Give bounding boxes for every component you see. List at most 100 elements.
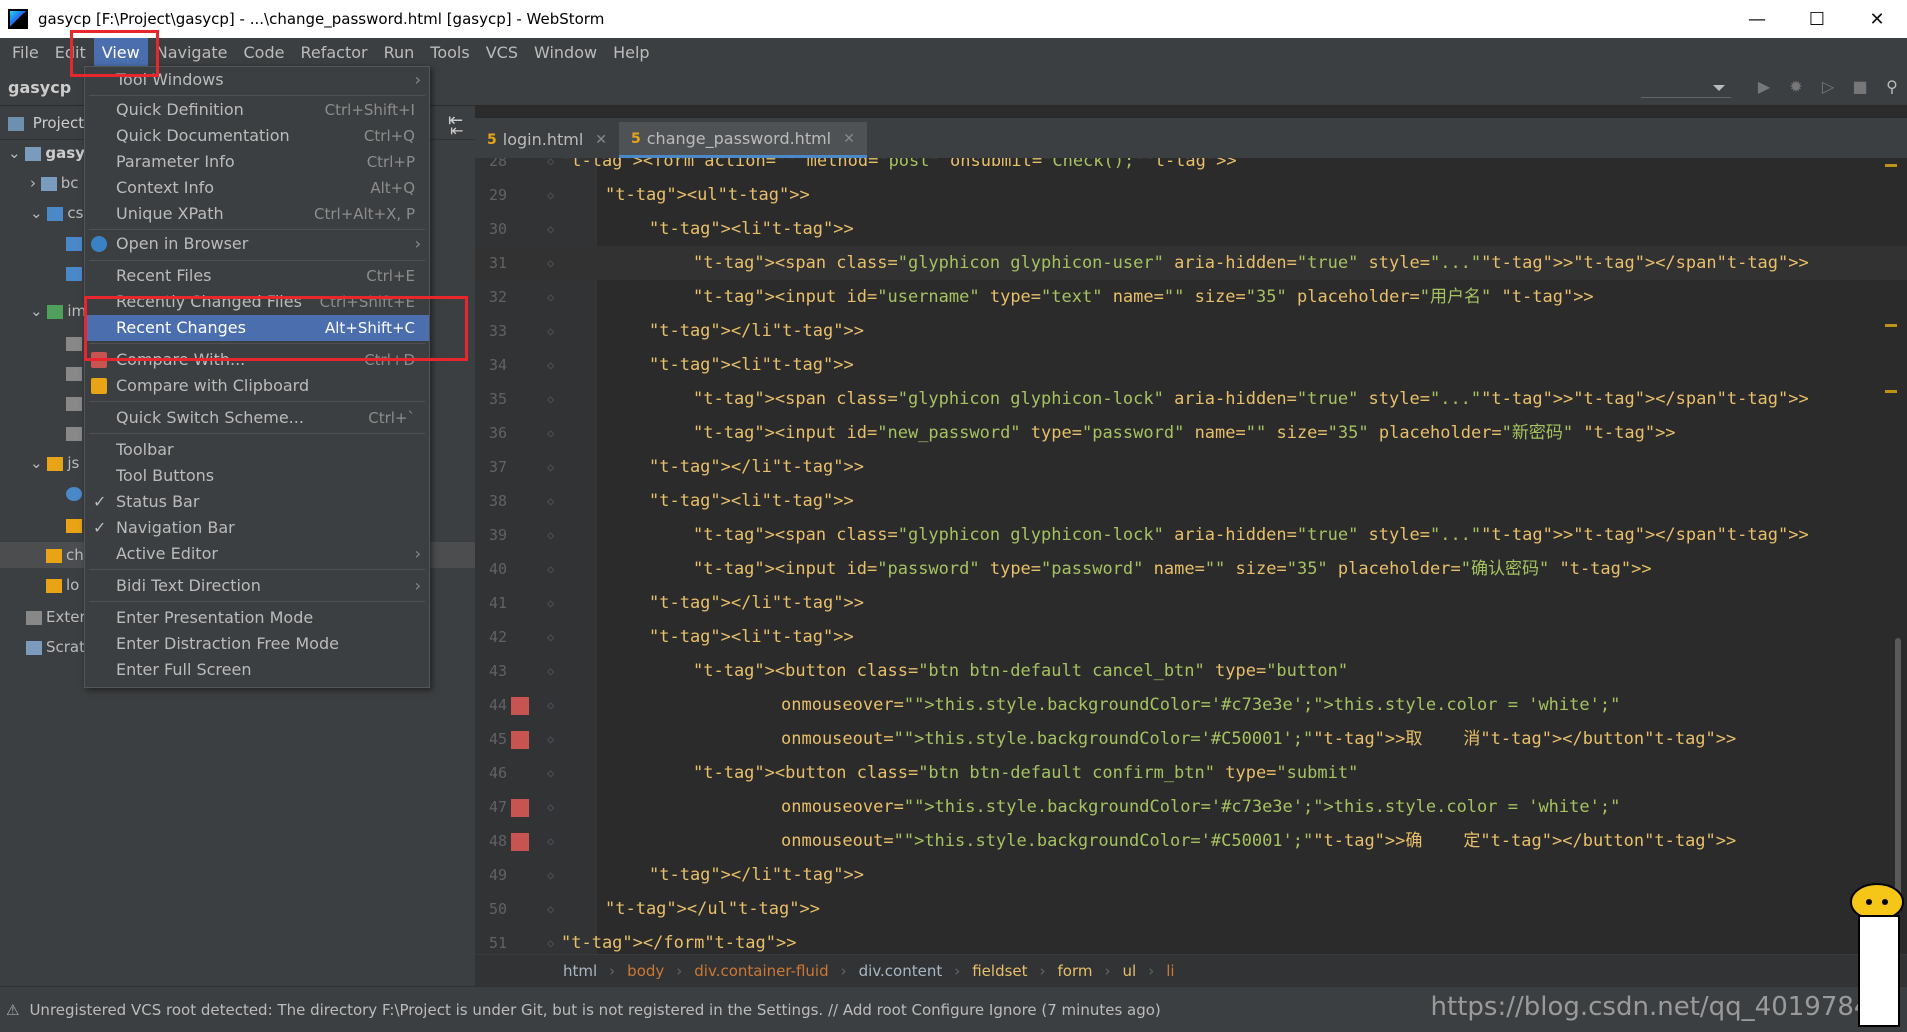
close-icon[interactable]: ✕ — [1847, 0, 1907, 38]
close-tab-icon[interactable]: ✕ — [843, 122, 855, 156]
warning-marker[interactable] — [1885, 324, 1897, 327]
warning-marker[interactable] — [1885, 164, 1897, 167]
fold-marker-icon[interactable]: ◇ — [547, 858, 554, 892]
menu-item-active-editor[interactable]: Active Editor › — [85, 541, 429, 567]
vcs-warning-icon[interactable]: ⚠ — [6, 1001, 19, 1019]
code-editor[interactable]: 28 ◇ "t-tag"><form action="" method="post"… — [475, 158, 1907, 954]
code-line[interactable]: 37 ◇ "t-tag"></li"t-tag">> — [475, 450, 1907, 484]
crumb-li[interactable]: li — [1166, 962, 1174, 980]
menu-item-compare-with-clipboard[interactable]: Compare with Clipboard — [85, 373, 429, 399]
fold-marker-icon[interactable]: ◇ — [547, 212, 554, 246]
fold-marker-icon[interactable]: ◇ — [547, 246, 554, 280]
code-line[interactable]: 30 ◇ "t-tag"><li"t-tag">> — [475, 212, 1907, 246]
menu-run[interactable]: Run — [376, 38, 423, 68]
menu-file[interactable]: File — [4, 38, 47, 68]
menu-item-toolbar[interactable]: Toolbar — [85, 437, 429, 463]
fold-marker-icon[interactable]: ◇ — [547, 314, 554, 348]
fold-marker-icon[interactable]: ◇ — [547, 484, 554, 518]
tab-login-html[interactable]: 5 login.html ✕ — [475, 122, 619, 158]
code-line[interactable]: 33 ◇ "t-tag"></li"t-tag">> — [475, 314, 1907, 348]
crumb-body[interactable]: body — [627, 962, 664, 980]
code-line[interactable]: 32 ◇ "t-tag"><input id="username" type="te… — [475, 280, 1907, 314]
code-line[interactable]: 31 ◇ "t-tag"><span class="glyphicon glyphi… — [475, 246, 1907, 280]
breakpoint-marker-icon[interactable] — [511, 731, 529, 749]
crumb-form[interactable]: form — [1058, 962, 1093, 980]
code-line[interactable]: 44 ◇ onmouseover="">this.style.backgroundC… — [475, 688, 1907, 722]
run-icon[interactable]: ▶ — [1755, 78, 1773, 96]
code-line[interactable]: 50 ◇ "t-tag"></ul"t-tag">> — [475, 892, 1907, 926]
menu-item-context-info[interactable]: Context Info Alt+Q — [85, 175, 429, 201]
warning-marker[interactable] — [1885, 390, 1897, 393]
maximize-icon[interactable]: ☐ — [1787, 0, 1847, 38]
hide-panel-icon[interactable]: ⇤ — [448, 110, 463, 131]
menu-item-parameter-info[interactable]: Parameter Info Ctrl+P — [85, 149, 429, 175]
run-config-dropdown[interactable] — [1641, 76, 1731, 98]
fold-marker-icon[interactable]: ◇ — [547, 654, 554, 688]
code-line[interactable]: 29 ◇ "t-tag"><ul"t-tag">> — [475, 178, 1907, 212]
breakpoint-marker-icon[interactable] — [511, 799, 529, 817]
fold-marker-icon[interactable]: ◇ — [547, 756, 554, 790]
fold-marker-icon[interactable]: ◇ — [547, 892, 554, 926]
menu-item-unique-xpath[interactable]: Unique XPath Ctrl+Alt+X, P — [85, 201, 429, 227]
coverage-icon[interactable]: ▷ — [1819, 78, 1837, 96]
menu-help[interactable]: Help — [605, 38, 657, 68]
menu-item-distraction-free-mode[interactable]: Enter Distraction Free Mode — [85, 631, 429, 657]
menu-tools[interactable]: Tools — [422, 38, 477, 68]
breakpoint-marker-icon[interactable] — [511, 833, 529, 851]
fold-marker-icon[interactable]: ◇ — [547, 688, 554, 722]
menu-item-quick-definition[interactable]: Quick Definition Ctrl+Shift+I — [85, 97, 429, 123]
code-line[interactable]: 51 ◇ "t-tag"></form"t-tag">> — [475, 926, 1907, 954]
menu-item-presentation-mode[interactable]: Enter Presentation Mode — [85, 605, 429, 631]
fold-marker-icon[interactable]: ◇ — [547, 926, 554, 954]
code-line[interactable]: 46 ◇ "t-tag"><button class="btn btn-defaul… — [475, 756, 1907, 790]
code-line[interactable]: 47 ◇ onmouseover="">this.style.backgroundC… — [475, 790, 1907, 824]
crumb-div-content[interactable]: div.content — [859, 962, 943, 980]
code-line[interactable]: 40 ◇ "t-tag"><input id="password" type="pa… — [475, 552, 1907, 586]
code-line[interactable]: 45 ◇ onmouseout="">this.style.backgroundCo… — [475, 722, 1907, 756]
code-line[interactable]: 35 ◇ "t-tag"><span class="glyphicon glyphi… — [475, 382, 1907, 416]
crumb-ul[interactable]: ul — [1123, 962, 1137, 980]
menu-item-recent-files[interactable]: Recent Files Ctrl+E — [85, 263, 429, 289]
fold-marker-icon[interactable]: ◇ — [547, 158, 554, 178]
fold-marker-icon[interactable]: ◇ — [547, 552, 554, 586]
code-line[interactable]: 41 ◇ "t-tag"></li"t-tag">> — [475, 586, 1907, 620]
crumb-html[interactable]: html — [563, 962, 597, 980]
code-line[interactable]: 48 ◇ onmouseout="">this.style.backgroundCo… — [475, 824, 1907, 858]
fold-marker-icon[interactable]: ◇ — [547, 280, 554, 314]
menu-item-bidi-text-direction[interactable]: Bidi Text Direction › — [85, 573, 429, 599]
fold-marker-icon[interactable]: ◇ — [547, 722, 554, 756]
code-line[interactable]: 36 ◇ "t-tag"><input id="new_password" type… — [475, 416, 1907, 450]
tab-change-password-html[interactable]: 5 change_password.html ✕ — [619, 122, 867, 158]
menu-item-quick-documentation[interactable]: Quick Documentation Ctrl+Q — [85, 123, 429, 149]
debug-icon[interactable]: ✹ — [1787, 78, 1805, 96]
menu-item-full-screen[interactable]: Enter Full Screen — [85, 657, 429, 683]
fold-marker-icon[interactable]: ◇ — [547, 382, 554, 416]
code-line[interactable]: 43 ◇ "t-tag"><button class="btn btn-defaul… — [475, 654, 1907, 688]
fold-marker-icon[interactable]: ◇ — [547, 178, 554, 212]
code-line[interactable]: 42 ◇ "t-tag"><li"t-tag">> — [475, 620, 1907, 654]
close-tab-icon[interactable]: ✕ — [595, 123, 607, 157]
code-line[interactable]: 39 ◇ "t-tag"><span class="glyphicon glyphi… — [475, 518, 1907, 552]
breakpoint-marker-icon[interactable] — [511, 697, 529, 715]
search-icon[interactable]: ⚲ — [1883, 78, 1901, 96]
fold-marker-icon[interactable]: ◇ — [547, 824, 554, 858]
project-breadcrumb[interactable]: gasycp — [8, 78, 71, 97]
menu-item-tool-buttons[interactable]: Tool Buttons — [85, 463, 429, 489]
menu-refactor[interactable]: Refactor — [292, 38, 375, 68]
menu-window[interactable]: Window — [526, 38, 605, 68]
status-message[interactable]: Unregistered VCS root detected: The dire… — [29, 1001, 1160, 1019]
code-line[interactable]: 38 ◇ "t-tag"><li"t-tag">> — [475, 484, 1907, 518]
menu-item-quick-switch-scheme[interactable]: Quick Switch Scheme... Ctrl+` — [85, 405, 429, 431]
menu-code[interactable]: Code — [236, 38, 293, 68]
fold-marker-icon[interactable]: ◇ — [547, 620, 554, 654]
fold-marker-icon[interactable]: ◇ — [547, 450, 554, 484]
stop-icon[interactable]: ■ — [1851, 78, 1869, 96]
menu-vcs[interactable]: VCS — [478, 38, 526, 68]
fold-marker-icon[interactable]: ◇ — [547, 586, 554, 620]
code-line[interactable]: 28 ◇ "t-tag"><form action="" method="post"… — [475, 158, 1907, 178]
fold-marker-icon[interactable]: ◇ — [547, 518, 554, 552]
menu-item-open-in-browser[interactable]: Open in Browser › — [85, 231, 429, 257]
minimize-icon[interactable]: — — [1727, 0, 1787, 38]
code-line[interactable]: 49 ◇ "t-tag"></li"t-tag">> — [475, 858, 1907, 892]
code-line[interactable]: 34 ◇ "t-tag"><li"t-tag">> — [475, 348, 1907, 382]
